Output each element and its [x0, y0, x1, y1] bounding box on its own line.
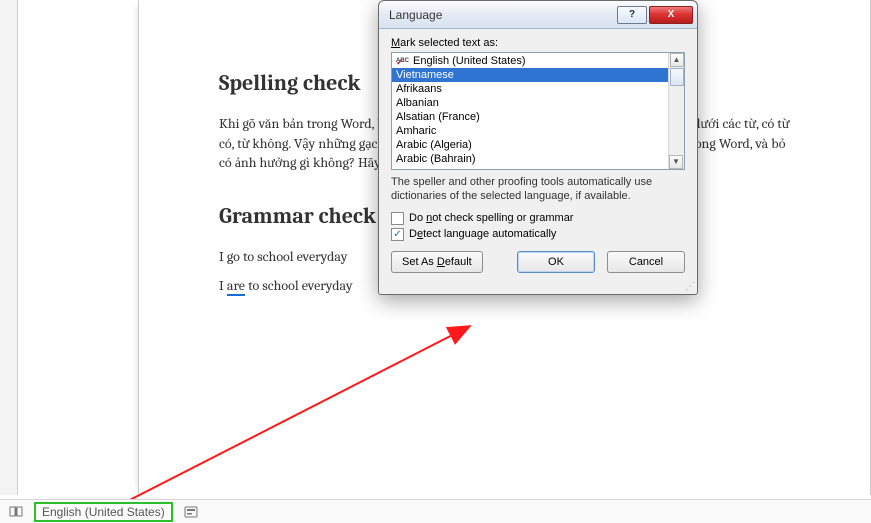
dialog-titlebar[interactable]: Language ? X	[379, 1, 697, 29]
list-item[interactable]: English (United States)	[392, 54, 668, 68]
close-button[interactable]: X	[649, 6, 693, 24]
no-check-row[interactable]: Do not check spelling or grammar	[391, 212, 685, 225]
dialog-body: Mark selected text as: English (United S…	[379, 29, 697, 281]
language-name: Afrikaans	[396, 82, 442, 96]
language-name: Vietnamese	[396, 68, 454, 82]
spellcheck-icon	[396, 56, 410, 67]
text-plain: to school everyday	[245, 277, 353, 294]
language-name: Arabic (Algeria)	[396, 138, 472, 152]
language-name: English (United States)	[413, 54, 526, 68]
scroll-up-button[interactable]: ▲	[670, 53, 684, 67]
detect-row[interactable]: ✓ Detect language automatically	[391, 228, 685, 241]
language-list[interactable]: English (United States) Vietnamese Afrik…	[392, 53, 668, 169]
no-check-checkbox[interactable]	[391, 212, 404, 225]
scroll-thumb[interactable]	[670, 68, 684, 86]
language-name: Amharic	[396, 124, 436, 138]
list-item[interactable]: Arabic (Algeria)	[392, 138, 668, 152]
detect-label: Detect language automatically	[409, 228, 556, 240]
scroll-down-button[interactable]: ▼	[669, 155, 683, 169]
language-name: Arabic (Bahrain)	[396, 152, 475, 166]
dialog-hint: The speller and other proofing tools aut…	[391, 176, 685, 204]
help-button[interactable]: ?	[617, 6, 647, 24]
list-item[interactable]: Vietnamese	[392, 68, 668, 82]
dialog-buttons: Set As Default OK Cancel	[391, 251, 685, 273]
vertical-ruler	[0, 0, 18, 495]
label-rest: ark selected text as:	[400, 37, 498, 49]
list-item[interactable]: Arabic (Bahrain)	[392, 152, 668, 166]
mark-selected-label: Mark selected text as:	[391, 37, 685, 49]
detect-checkbox[interactable]: ✓	[391, 228, 404, 241]
language-indicator[interactable]: English (United States)	[34, 502, 173, 522]
book-icon[interactable]	[8, 504, 24, 520]
set-default-button[interactable]: Set As Default	[391, 251, 483, 273]
language-name: Alsatian (France)	[396, 110, 480, 124]
language-name: Albanian	[396, 96, 439, 110]
list-item[interactable]: Amharic	[392, 124, 668, 138]
language-listbox[interactable]: English (United States) Vietnamese Afrik…	[391, 52, 685, 170]
ok-button[interactable]: OK	[517, 251, 595, 273]
status-bar: English (United States)	[0, 499, 871, 523]
resize-grip[interactable]: ⋰	[379, 281, 697, 294]
list-item[interactable]: Afrikaans	[392, 82, 668, 96]
dialog-title: Language	[389, 8, 615, 22]
language-dialog: Language ? X Mark selected text as: Engl…	[378, 0, 698, 295]
list-item[interactable]: Alsatian (France)	[392, 110, 668, 124]
text-plain: I	[219, 277, 227, 294]
cancel-button[interactable]: Cancel	[607, 251, 685, 273]
list-item[interactable]: Albanian	[392, 96, 668, 110]
macro-icon[interactable]	[183, 504, 199, 520]
grammar-error-word[interactable]: are	[227, 277, 245, 296]
list-scrollbar[interactable]: ▲ ▼	[668, 53, 684, 169]
no-check-label: Do not check spelling or grammar	[409, 212, 573, 224]
